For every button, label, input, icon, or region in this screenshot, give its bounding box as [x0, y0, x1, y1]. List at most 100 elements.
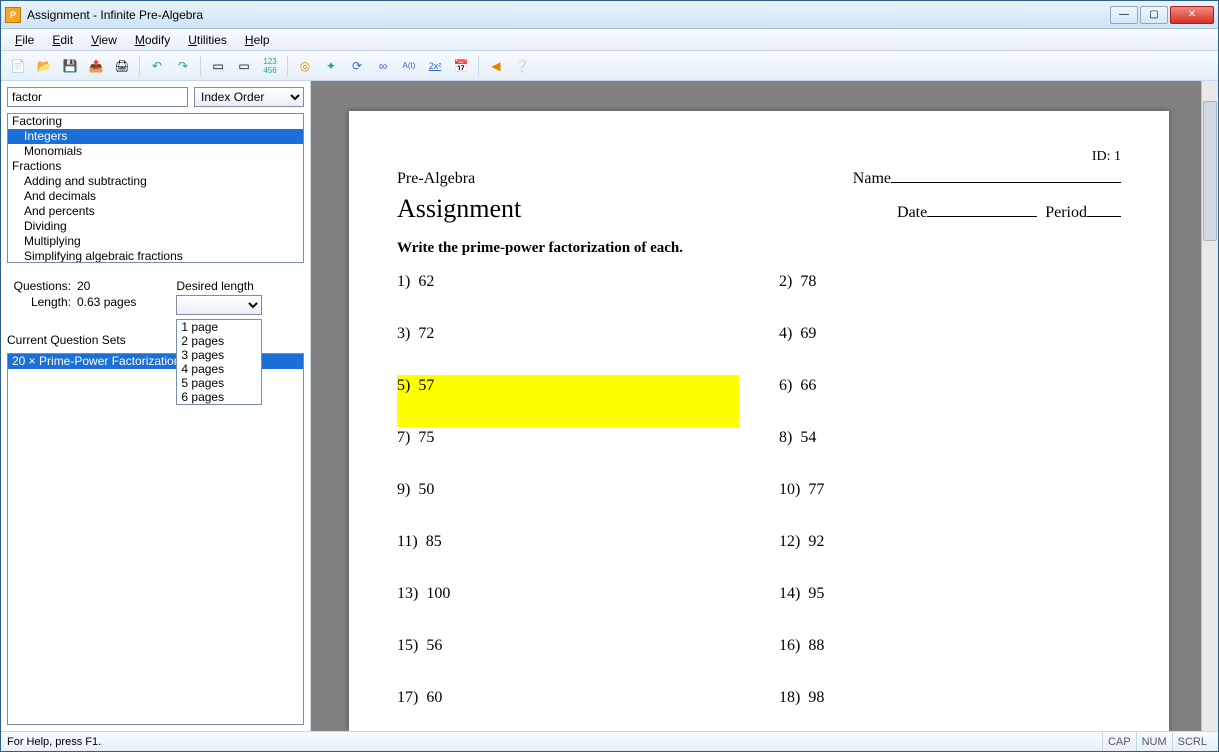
name-field: Name: [853, 169, 1121, 188]
question-item[interactable]: 9) 50: [397, 481, 739, 499]
doc-title: Assignment: [397, 194, 521, 224]
titlebar: P Assignment - Infinite Pre-Algebra — ▢ …: [1, 1, 1218, 29]
help-icon[interactable]: ❔: [511, 55, 533, 77]
app-window: P Assignment - Infinite Pre-Algebra — ▢ …: [0, 0, 1219, 752]
toolbar-separator: [287, 56, 288, 76]
topic-item[interactable]: And decimals: [8, 189, 303, 204]
desired-length-option[interactable]: 4 pages: [177, 362, 261, 376]
topic-item[interactable]: Simplifying algebraic fractions: [8, 249, 303, 263]
menu-help[interactable]: Help: [237, 31, 278, 49]
topic-item[interactable]: Multiplying: [8, 234, 303, 249]
expr-icon[interactable]: 2x²: [424, 55, 446, 77]
toolbar-separator: [139, 56, 140, 76]
scrollbar-thumb[interactable]: [1203, 101, 1217, 241]
question-item[interactable]: 3) 72: [397, 325, 739, 343]
export-icon[interactable]: 📤: [85, 55, 107, 77]
topic-item[interactable]: Fractions: [8, 159, 303, 174]
num-indicator: NUM: [1136, 732, 1172, 751]
save-icon[interactable]: 💾: [59, 55, 81, 77]
question-item[interactable]: 12) 92: [779, 533, 1121, 551]
toolbar-separator: [478, 56, 479, 76]
toolbar: 📄 📂 💾 📤 🖨 ↶ ↷ ▭ ▭ 123456 ◎ ✦ ⟳ ∞ A(t) 2x…: [1, 51, 1218, 81]
window-controls: — ▢ ✕: [1110, 6, 1214, 24]
fraction-icon[interactable]: A(t): [398, 55, 420, 77]
calendar-icon[interactable]: 📅: [450, 55, 472, 77]
numbers-icon[interactable]: 123456: [259, 55, 281, 77]
question-item[interactable]: 16) 88: [779, 637, 1121, 655]
question-grid: 1) 62 2) 78 3) 72 4) 69 5) 57 6) 66 7) 75 8) 54…: [397, 273, 1121, 707]
question-item[interactable]: 11) 85: [397, 533, 739, 551]
tool-c-icon[interactable]: ⟳: [346, 55, 368, 77]
main-area: Index Order FactoringIntegersMonomialsFr…: [1, 81, 1218, 731]
topic-item[interactable]: And percents: [8, 204, 303, 219]
page2-icon[interactable]: ▭: [233, 55, 255, 77]
sidebar: Index Order FactoringIntegersMonomialsFr…: [1, 81, 311, 731]
stats-left: Questions: 20 Length: 0.63 pages: [13, 279, 136, 315]
worksheet-page[interactable]: ID: 1 Pre-Algebra Name Assignment Date P…: [349, 111, 1169, 731]
menu-file[interactable]: File: [7, 31, 42, 49]
question-item[interactable]: 18) 98: [779, 689, 1121, 707]
question-item[interactable]: 13) 100: [397, 585, 739, 603]
desired-length-option[interactable]: 1 page: [177, 320, 261, 334]
question-item[interactable]: 8) 54: [779, 429, 1121, 447]
statusbar: For Help, press F1. CAP NUM SCRL: [1, 731, 1218, 751]
toolbar-separator: [200, 56, 201, 76]
prev-icon[interactable]: ◀: [485, 55, 507, 77]
app-icon: P: [5, 7, 21, 23]
print-icon[interactable]: 🖨: [111, 55, 133, 77]
menubar: File Edit View Modify Utilities Help: [1, 29, 1218, 51]
search-input[interactable]: [7, 87, 188, 107]
length-value: 0.63 pages: [77, 295, 136, 309]
topic-item[interactable]: Monomials: [8, 144, 303, 159]
maximize-button[interactable]: ▢: [1140, 6, 1168, 24]
menu-utilities[interactable]: Utilities: [180, 31, 235, 49]
question-item[interactable]: 2) 78: [779, 273, 1121, 291]
topic-item[interactable]: Dividing: [8, 219, 303, 234]
topic-item[interactable]: Integers: [8, 129, 303, 144]
scrl-indicator: SCRL: [1172, 732, 1212, 751]
infinity-icon[interactable]: ∞: [372, 55, 394, 77]
desired-length-option[interactable]: 5 pages: [177, 376, 261, 390]
question-item[interactable]: 14) 95: [779, 585, 1121, 603]
question-item[interactable]: 15) 56: [397, 637, 739, 655]
desired-length-label: Desired length: [176, 279, 253, 293]
window-title: Assignment - Infinite Pre-Algebra: [27, 8, 1110, 22]
page-icon[interactable]: ▭: [207, 55, 229, 77]
new-icon[interactable]: 📄: [7, 55, 29, 77]
question-item[interactable]: 17) 60: [397, 689, 739, 707]
question-item[interactable]: 6) 66: [779, 377, 1121, 395]
cap-indicator: CAP: [1102, 732, 1136, 751]
minimize-button[interactable]: —: [1110, 6, 1138, 24]
question-set-list[interactable]: 20 × Prime-Power Factorization Wi: [7, 353, 304, 725]
desired-length-group: Desired length 1 page2 pages3 pages4 pag…: [176, 279, 262, 315]
question-item[interactable]: 4) 69: [779, 325, 1121, 343]
order-select[interactable]: Index Order: [194, 87, 304, 107]
close-button[interactable]: ✕: [1170, 6, 1214, 24]
question-item[interactable]: 1) 62: [397, 273, 739, 291]
question-item[interactable]: 10) 77: [779, 481, 1121, 499]
menu-edit[interactable]: Edit: [44, 31, 81, 49]
redo-icon[interactable]: ↷: [172, 55, 194, 77]
desired-length-dropdown[interactable]: 1 page2 pages3 pages4 pages5 pages6 page…: [176, 319, 262, 405]
question-item[interactable]: 5) 57: [397, 375, 739, 427]
status-hint: For Help, press F1.: [7, 736, 101, 748]
undo-icon[interactable]: ↶: [146, 55, 168, 77]
stats-panel: Questions: 20 Length: 0.63 pages Desired…: [7, 269, 304, 315]
questions-value: 20: [77, 279, 90, 293]
question-item[interactable]: 7) 75: [397, 429, 739, 447]
topic-item[interactable]: Adding and subtracting: [8, 174, 303, 189]
desired-length-option[interactable]: 2 pages: [177, 334, 261, 348]
preview-scrollbar[interactable]: [1201, 81, 1218, 731]
doc-subject: Pre-Algebra: [397, 170, 475, 188]
topic-item[interactable]: Factoring: [8, 114, 303, 129]
menu-modify[interactable]: Modify: [127, 31, 178, 49]
desired-length-option[interactable]: 3 pages: [177, 348, 261, 362]
tool-a-icon[interactable]: ◎: [294, 55, 316, 77]
tool-b-icon[interactable]: ✦: [320, 55, 342, 77]
menu-view[interactable]: View: [83, 31, 125, 49]
desired-length-option[interactable]: 6 pages: [177, 390, 261, 404]
open-icon[interactable]: 📂: [33, 55, 55, 77]
desired-length-select[interactable]: [176, 295, 262, 315]
topic-list[interactable]: FactoringIntegersMonomialsFractionsAddin…: [7, 113, 304, 263]
doc-id: ID: 1: [1092, 149, 1121, 165]
